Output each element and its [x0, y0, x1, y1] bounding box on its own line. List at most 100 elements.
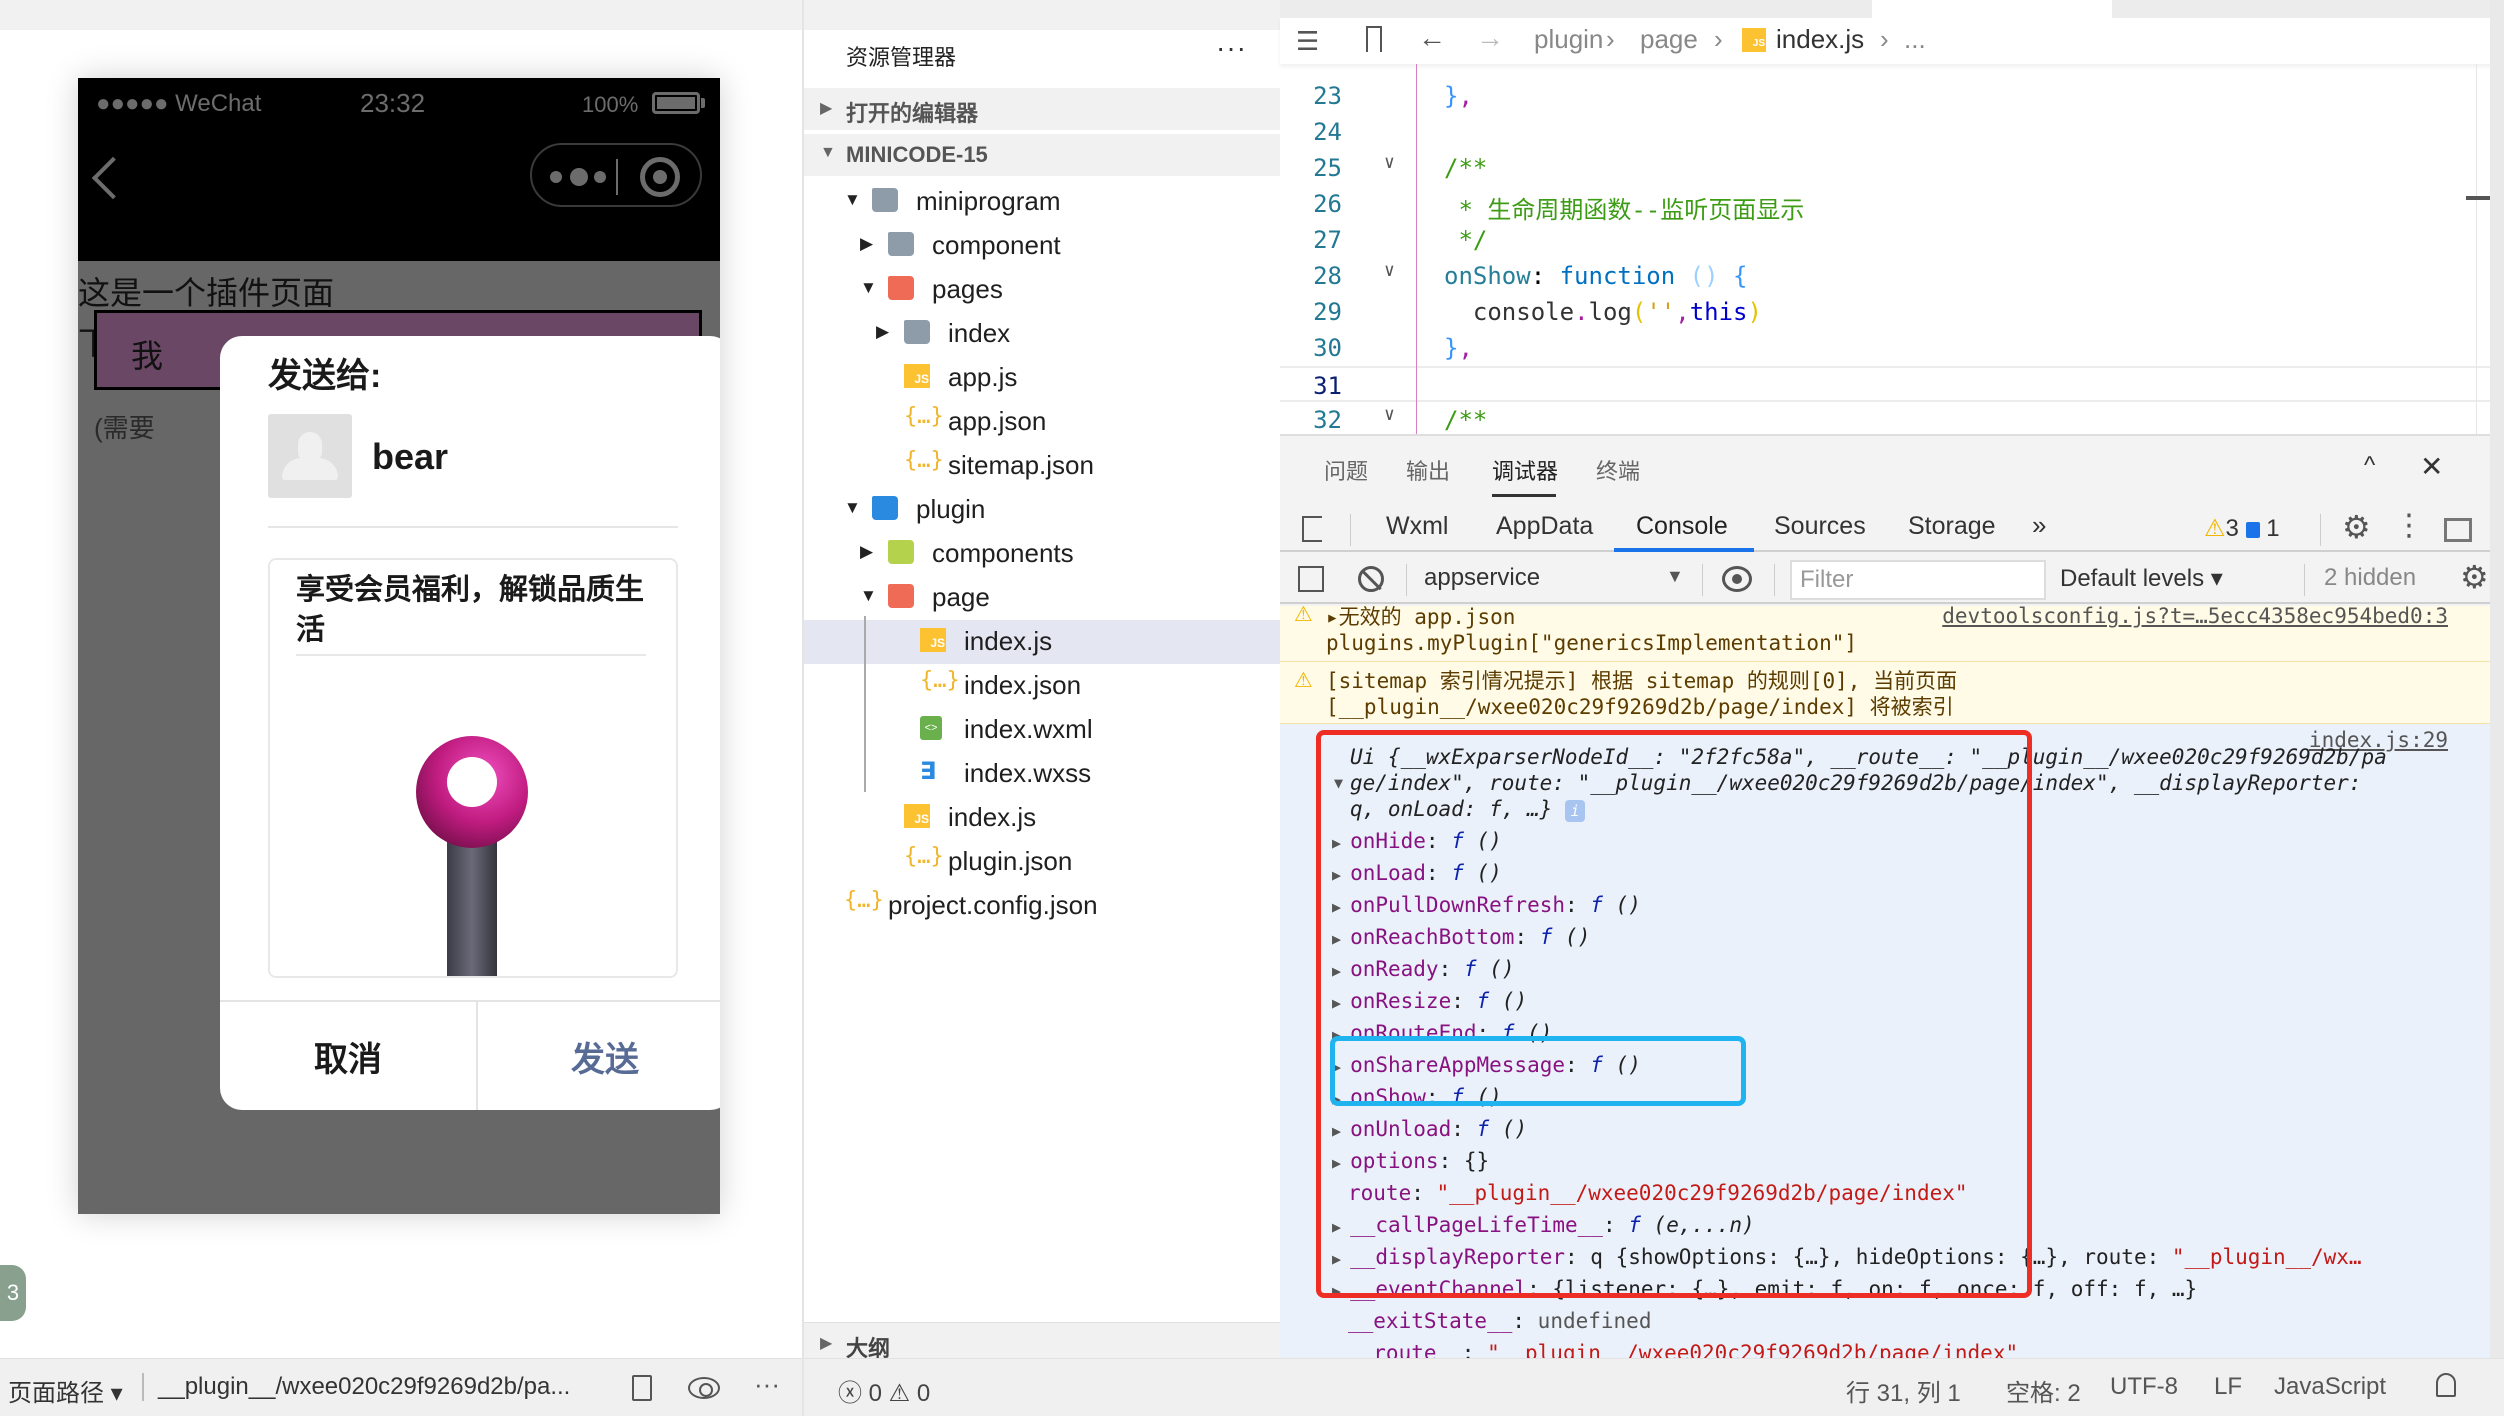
tree-item[interactable]: {…} plugin.json: [804, 840, 1282, 884]
issue-counter[interactable]: ⚠3 1: [2204, 514, 2280, 543]
code-line[interactable]: 28 ∨ onShow: function () {: [1280, 258, 2504, 294]
tree-item[interactable]: ▼ miniprogram: [804, 180, 1282, 224]
code-line[interactable]: 27 */: [1280, 222, 2504, 258]
panel-tab-output[interactable]: 输出: [1406, 454, 1450, 486]
tree-item[interactable]: {…} project.config.json: [804, 884, 1282, 928]
code-line[interactable]: 23},: [1280, 78, 2504, 114]
language-mode[interactable]: JavaScript: [2274, 1373, 2386, 1401]
caret-down-icon: ▼: [820, 144, 836, 161]
console-settings-icon[interactable]: ⚙: [2460, 558, 2489, 596]
console-sidebar-icon[interactable]: [1298, 566, 1324, 592]
devtools-tab-appdata[interactable]: AppData: [1496, 512, 1593, 541]
kebab-menu-icon[interactable]: ⋮: [2394, 508, 2424, 543]
warning-text[interactable]: ▸无效的 app.json plugins.myPlugin["generics…: [1326, 606, 1857, 656]
tree-item[interactable]: JS app.js: [804, 356, 1282, 400]
end-of-line[interactable]: LF: [2214, 1373, 2242, 1401]
cancel-button[interactable]: 取消: [220, 1002, 476, 1110]
back-arrow-icon[interactable]: [91, 156, 135, 200]
notification-bell-icon[interactable]: [2436, 1373, 2456, 1397]
close-panel-icon[interactable]: ✕: [2420, 450, 2443, 483]
breadcrumb-item[interactable]: index.js: [1776, 24, 1864, 55]
dock-side-icon[interactable]: [2444, 518, 2472, 542]
tree-item[interactable]: <> index.wxml: [804, 708, 1282, 752]
panel-tab-terminal[interactable]: 终端: [1596, 454, 1640, 486]
folder-icon: [888, 232, 914, 256]
tree-item[interactable]: ▼ page: [804, 576, 1282, 620]
arrow-right-icon[interactable]: →: [1476, 22, 1504, 54]
problems-count[interactable]: ⓧ 0 ⚠ 0: [838, 1373, 930, 1408]
devtools-tab-storage[interactable]: Storage: [1908, 512, 1996, 541]
maximize-panel-icon[interactable]: ^: [2364, 452, 2375, 480]
settings-gear-icon[interactable]: ⚙: [2342, 508, 2371, 546]
breadcrumb-item[interactable]: ...: [1904, 24, 1926, 55]
editor-tab-active[interactable]: [1872, 0, 2112, 18]
caret-down-icon[interactable]: ▼: [860, 278, 877, 298]
clear-console-icon[interactable]: [1358, 566, 1384, 592]
fold-chevron-icon[interactable]: ∨: [1384, 404, 1395, 425]
inspect-element-icon[interactable]: [1302, 516, 1322, 542]
close-miniprogram-icon[interactable]: [640, 157, 680, 197]
panel-tab-debugger[interactable]: 调试器: [1492, 454, 1558, 486]
breadcrumb-item[interactable]: page: [1640, 24, 1698, 55]
devtools-tab-console[interactable]: Console: [1636, 512, 1728, 541]
more-icon[interactable]: ···: [754, 1369, 780, 1400]
tree-item[interactable]: ∃ index.wxss: [804, 752, 1282, 796]
caret-right-icon[interactable]: ▶: [860, 542, 873, 562]
caret-right-icon[interactable]: ▶: [876, 322, 889, 342]
live-expression-eye-icon[interactable]: [1722, 566, 1752, 592]
more-dots-icon[interactable]: [550, 165, 610, 187]
editor-scrollbar[interactable]: [2476, 64, 2477, 434]
copy-icon[interactable]: [632, 1375, 652, 1401]
code-line[interactable]: 25 ∨ /**: [1280, 150, 2504, 186]
section-open-editors[interactable]: ▶ 打开的编辑器: [804, 88, 1282, 130]
cursor-position[interactable]: 行 31, 列 1: [1846, 1373, 1961, 1408]
preview-eye-icon[interactable]: [688, 1377, 720, 1399]
code-line[interactable]: 26 * 生命周期函数--监听页面显示: [1280, 186, 2504, 224]
file-name: components: [932, 538, 1074, 568]
breadcrumb-item[interactable]: plugin: [1534, 24, 1603, 55]
caret-down-icon[interactable]: ▼: [844, 190, 861, 210]
send-button[interactable]: 发送: [478, 1002, 720, 1110]
side-badge[interactable]: 3: [0, 1265, 26, 1321]
more-tabs-icon[interactable]: »: [2032, 510, 2046, 541]
devtools-tab-wxml[interactable]: Wxml: [1386, 512, 1448, 541]
tree-item[interactable]: JS index.js: [804, 620, 1282, 664]
code-line[interactable]: 24: [1280, 114, 2504, 150]
dialog-title: 发送给:: [268, 357, 382, 395]
code-line[interactable]: 29 console.log('',this): [1280, 294, 2504, 330]
tree-item[interactable]: JS index.js: [804, 796, 1282, 840]
tree-item[interactable]: {…} index.json: [804, 664, 1282, 708]
fold-chevron-icon[interactable]: ∨: [1384, 152, 1395, 173]
tree-item[interactable]: ▶ component: [804, 224, 1282, 268]
page-path-dropdown[interactable]: 页面路径 ▾: [8, 1373, 123, 1408]
context-select[interactable]: appservice: [1424, 564, 1694, 592]
tree-item[interactable]: ▼ plugin: [804, 488, 1282, 532]
tree-item[interactable]: ▼ pages: [804, 268, 1282, 312]
devtools-tab-sources[interactable]: Sources: [1774, 512, 1866, 541]
code-line[interactable]: 30},: [1280, 330, 2504, 366]
tree-item[interactable]: ▶ components: [804, 532, 1282, 576]
explorer-more-icon[interactable]: ···: [1216, 32, 1247, 64]
log-levels-dropdown[interactable]: Default levels ▾: [2060, 564, 2223, 593]
filter-input[interactable]: [1790, 560, 2046, 600]
warning-source-link[interactable]: devtoolsconfig.js?t=…5ecc4358ec954bed0:3: [1942, 606, 2448, 628]
bookmark-icon[interactable]: [1366, 26, 1382, 52]
caret-down-icon[interactable]: ▼: [860, 586, 877, 606]
indentation[interactable]: 空格: 2: [2006, 1373, 2081, 1408]
arrow-left-icon[interactable]: ←: [1418, 22, 1446, 54]
indent-guide: [864, 616, 866, 792]
tree-item[interactable]: ▶ index: [804, 312, 1282, 356]
caret-down-icon[interactable]: ▼: [844, 498, 861, 518]
tree-item[interactable]: {…} app.json: [804, 400, 1282, 444]
section-project[interactable]: ▼ MINICODE-15: [804, 134, 1282, 176]
explorer-toolbar: [804, 0, 1282, 30]
section-outline[interactable]: ▶ 大纲: [804, 1322, 1282, 1362]
panel-tab-problems[interactable]: 问题: [1324, 454, 1368, 486]
caret-right-icon[interactable]: ▶: [860, 234, 873, 254]
tree-item[interactable]: {…} sitemap.json: [804, 444, 1282, 488]
code-line[interactable]: 31: [1280, 366, 2504, 402]
list-icon[interactable]: ☰: [1296, 26, 1319, 57]
encoding[interactable]: UTF-8: [2110, 1373, 2178, 1401]
code-line[interactable]: 32 ∨ /**: [1280, 402, 2504, 438]
fold-chevron-icon[interactable]: ∨: [1384, 260, 1395, 281]
